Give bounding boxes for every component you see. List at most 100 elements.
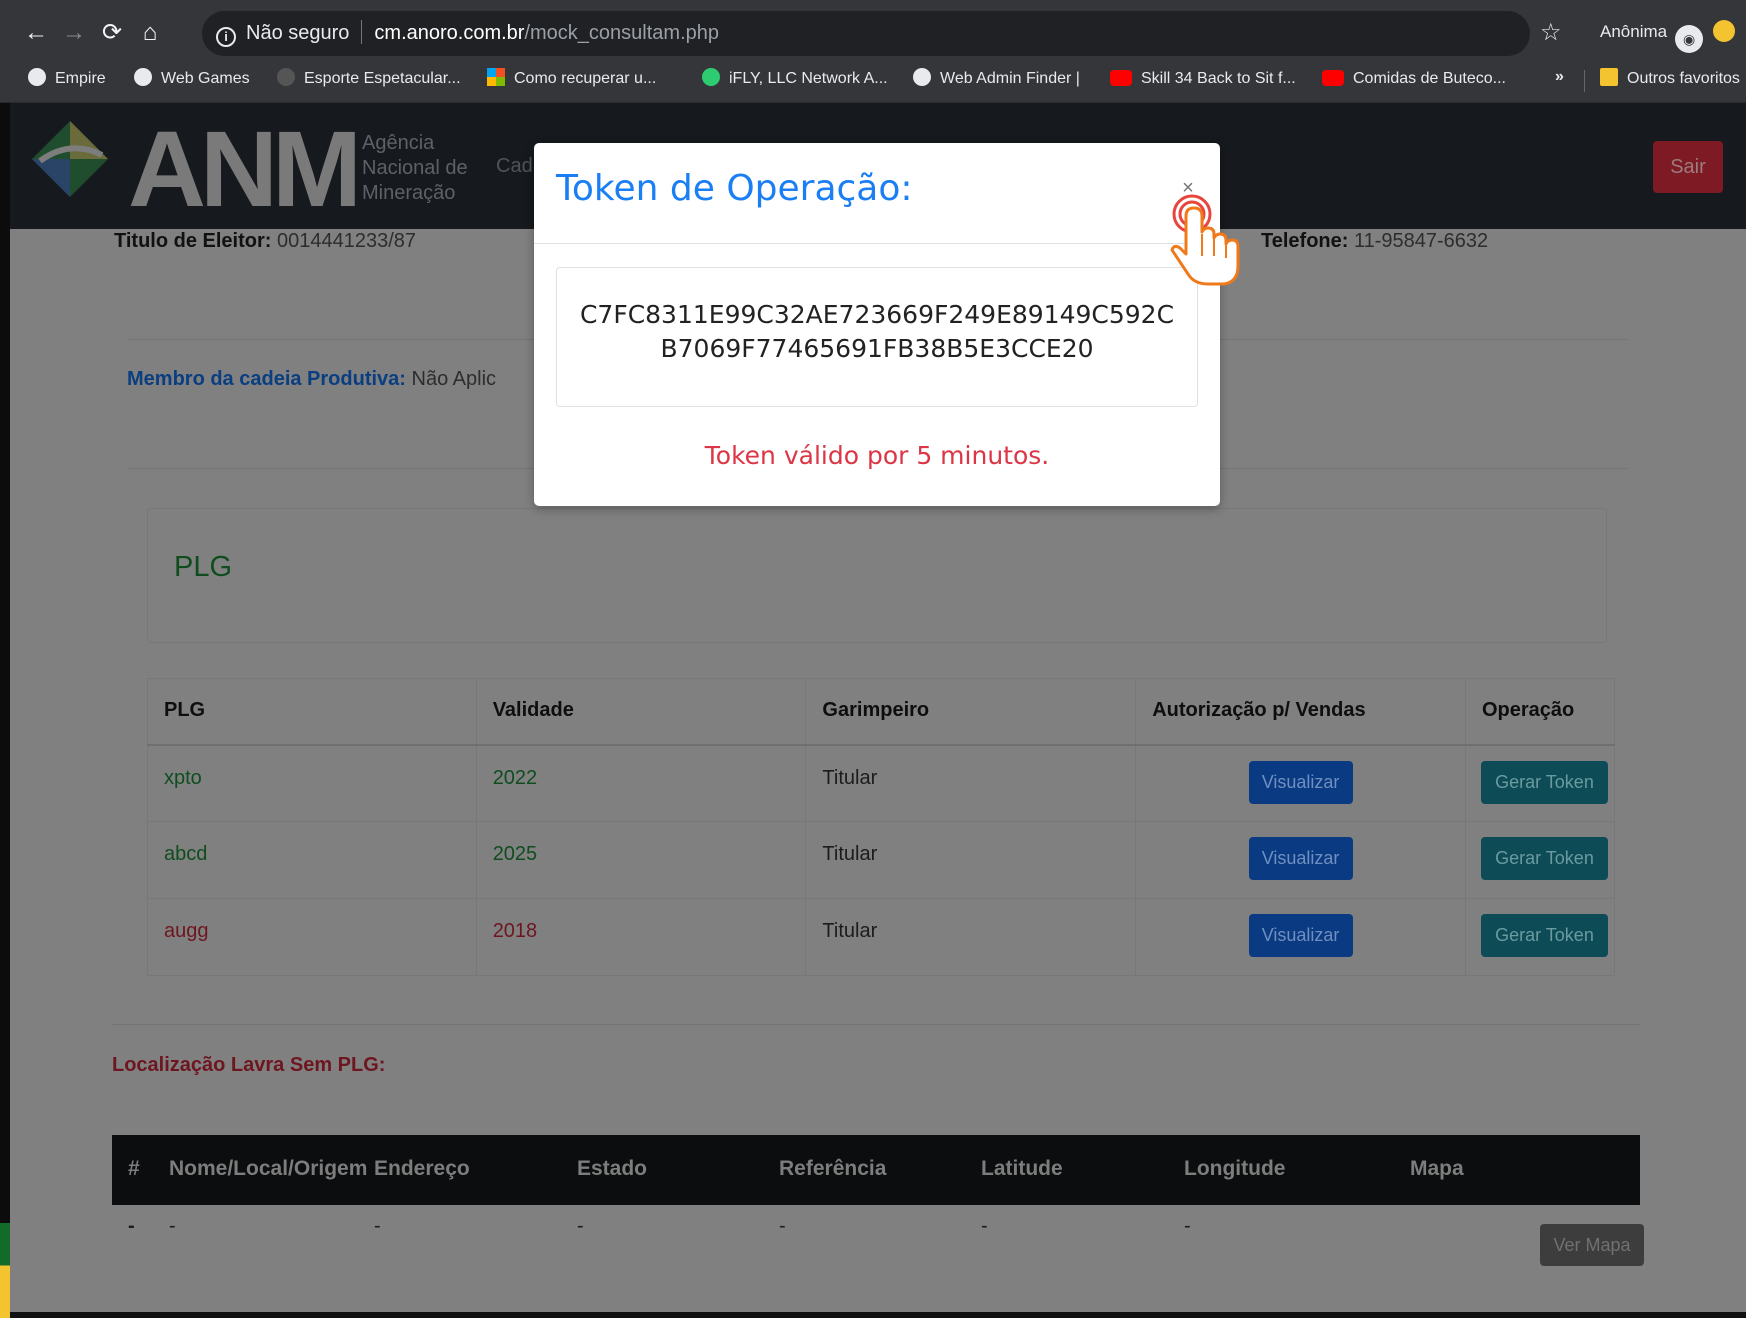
bookmarks-bar: Empire Web Games Esporte Espetacular... … (0, 58, 1746, 103)
titulo-eleitor-field: Titulo de Eleitor: 0014441233/87 (114, 230, 416, 253)
column-header: Referência (779, 1157, 887, 1180)
address-bar[interactable]: i Não seguro cm.anoro.com.br/mock_consulta… (202, 11, 1530, 56)
plg-card (147, 508, 1607, 643)
globe-icon (134, 68, 152, 86)
ifly-icon (702, 68, 720, 86)
url-host: cm.anoro.com.br (374, 22, 525, 44)
validade-cell: 2018 (475, 898, 807, 976)
modal-divider (534, 243, 1220, 244)
operacao-cell: Gerar Token (1464, 821, 1616, 899)
bookmark-item[interactable]: Web Games (134, 68, 250, 90)
visualizar-button[interactable]: Visualizar (1248, 837, 1353, 880)
bookmark-label: Empire (55, 70, 106, 87)
column-header: Operação (1464, 678, 1616, 746)
bookmark-item[interactable]: Empire (28, 68, 106, 90)
other-bookmarks-folder[interactable]: Outros favoritos (1600, 68, 1740, 90)
logo-subtitle: Agência Nacional de Mineração (362, 131, 468, 206)
bookmark-label: Skill 34 Back to Sit f... (1141, 70, 1296, 87)
omnibox-divider (361, 20, 363, 44)
column-header: PLG (147, 678, 477, 746)
divider (112, 1024, 1640, 1025)
column-header: Nome/Local/Origem (169, 1157, 368, 1180)
plg-cell: abcd (147, 821, 477, 899)
browser-toolbar: ← → ⟳ ⌂ i Não seguro cm.anoro.com.br/mock_… (0, 0, 1746, 67)
visualizar-button[interactable]: Visualizar (1248, 914, 1353, 957)
location-cell: - (577, 1215, 584, 1237)
column-header: Endereço (374, 1157, 470, 1180)
url-path: /mock_consultam.php (524, 22, 720, 44)
visualizar-button[interactable]: Visualizar (1248, 760, 1353, 804)
bookmark-item[interactable]: Como recuperar u... (487, 68, 656, 90)
bookmark-label: iFLY, LLC Network A... (729, 70, 888, 87)
info-icon[interactable]: i (216, 27, 236, 47)
bookmark-item[interactable]: Comidas de Buteco... (1322, 68, 1506, 90)
token-modal: Token de Operação: × C7FC8311E99C32AE723… (534, 143, 1220, 506)
home-icon[interactable]: ⌂ (134, 18, 166, 48)
hand-pointer-cursor-icon (1170, 194, 1240, 286)
column-header: Autorização p/ Vendas (1135, 678, 1466, 746)
back-arrow-icon[interactable]: ← (20, 18, 52, 48)
bookmark-star-icon[interactable]: ☆ (1540, 18, 1562, 47)
anm-logo-icon (32, 121, 108, 197)
ver-mapa-button[interactable]: Ver Mapa (1540, 1224, 1644, 1266)
autorizacao-cell: Visualizar (1135, 744, 1466, 822)
microsoft-icon (487, 68, 505, 86)
plg-table: PLG Validade Garimpeiro Autorização p/ V… (147, 678, 1616, 976)
garimpeiro-cell: Titular (805, 821, 1137, 899)
bookmark-item[interactable]: Skill 34 Back to Sit f... (1110, 68, 1296, 90)
location-cell: - (128, 1215, 135, 1237)
bookmark-item[interactable]: iFLY, LLC Network A... (702, 68, 888, 90)
garimpeiro-cell: Titular (805, 898, 1137, 976)
bookmark-label: Esporte Espetacular... (304, 70, 461, 87)
location-table-header: # Nome/Local/Origem Endereço Estado Refe… (112, 1135, 1640, 1205)
column-header: Estado (577, 1157, 648, 1180)
column-header: Longitude (1184, 1157, 1286, 1180)
youtube-icon (1110, 70, 1132, 86)
desktop-background (0, 1223, 10, 1318)
logout-button[interactable]: Sair (1653, 141, 1723, 193)
gerar-token-button[interactable]: Gerar Token (1480, 914, 1608, 957)
telefone-label: Telefone: (1261, 230, 1349, 252)
logo-subtitle-line: Nacional de (362, 157, 468, 179)
table-row: augg 2018 Titular Visualizar Gerar Token (147, 898, 1616, 976)
location-section-title: Localização Lavra Sem PLG: (112, 1054, 386, 1076)
incognito-icon: ◉ (1675, 25, 1704, 53)
bookmark-label: Comidas de Buteco... (1353, 70, 1506, 87)
location-cell: - (1184, 1215, 1191, 1237)
titulo-eleitor-label: Titulo de Eleitor: (114, 230, 272, 252)
bookmark-label: Web Admin Finder | (940, 70, 1080, 87)
membro-cadeia-label: Membro da cadeia Produtiva: (127, 368, 406, 390)
plg-cell: augg (147, 898, 477, 976)
bookmark-item[interactable]: Web Admin Finder | (913, 68, 1080, 90)
bookmarks-overflow-button[interactable]: » (1555, 68, 1564, 86)
gerar-token-button[interactable]: Gerar Token (1480, 760, 1608, 804)
plg-cell: xpto (147, 744, 477, 822)
forward-arrow-icon[interactable]: → (58, 18, 90, 48)
titulo-eleitor-value: 0014441233/87 (276, 230, 417, 252)
column-header: Validade (475, 678, 807, 746)
bookmark-label: Web Games (161, 70, 250, 87)
globe-icon (913, 68, 931, 86)
folder-icon (1600, 68, 1618, 86)
nav-link-cadastro[interactable]: Cad (496, 155, 533, 178)
column-header: Garimpeiro (805, 678, 1137, 746)
validade-cell: 2022 (475, 744, 807, 822)
token-value: C7FC8311E99C32AE723669F249E89149C592CB70… (556, 267, 1198, 407)
logo-subtitle-line: Agência (362, 132, 435, 154)
token-validity-message: Token válido por 5 minutos. (704, 441, 1050, 470)
location-cell: - (374, 1215, 381, 1237)
reload-icon[interactable]: ⟳ (96, 18, 128, 48)
validade-cell: 2025 (475, 821, 807, 899)
page-footer-bar (10, 1312, 1746, 1318)
table-header-row: PLG Validade Garimpeiro Autorização p/ V… (147, 678, 1616, 746)
table-row: xpto 2022 Titular Visualizar Gerar Token (147, 744, 1616, 822)
extension-icon[interactable] (1713, 20, 1736, 42)
column-header: Latitude (981, 1157, 1063, 1180)
autorizacao-cell: Visualizar (1135, 821, 1466, 899)
membro-cadeia-value: Não Aplic (411, 368, 497, 390)
security-label: Não seguro (246, 22, 350, 44)
gerar-token-button[interactable]: Gerar Token (1480, 837, 1608, 880)
bookmark-item[interactable]: Esporte Espetacular... (277, 68, 461, 90)
anm-logo-text: ANM (128, 108, 362, 229)
profile-menu[interactable]: Anônima ◉ (1600, 20, 1736, 53)
